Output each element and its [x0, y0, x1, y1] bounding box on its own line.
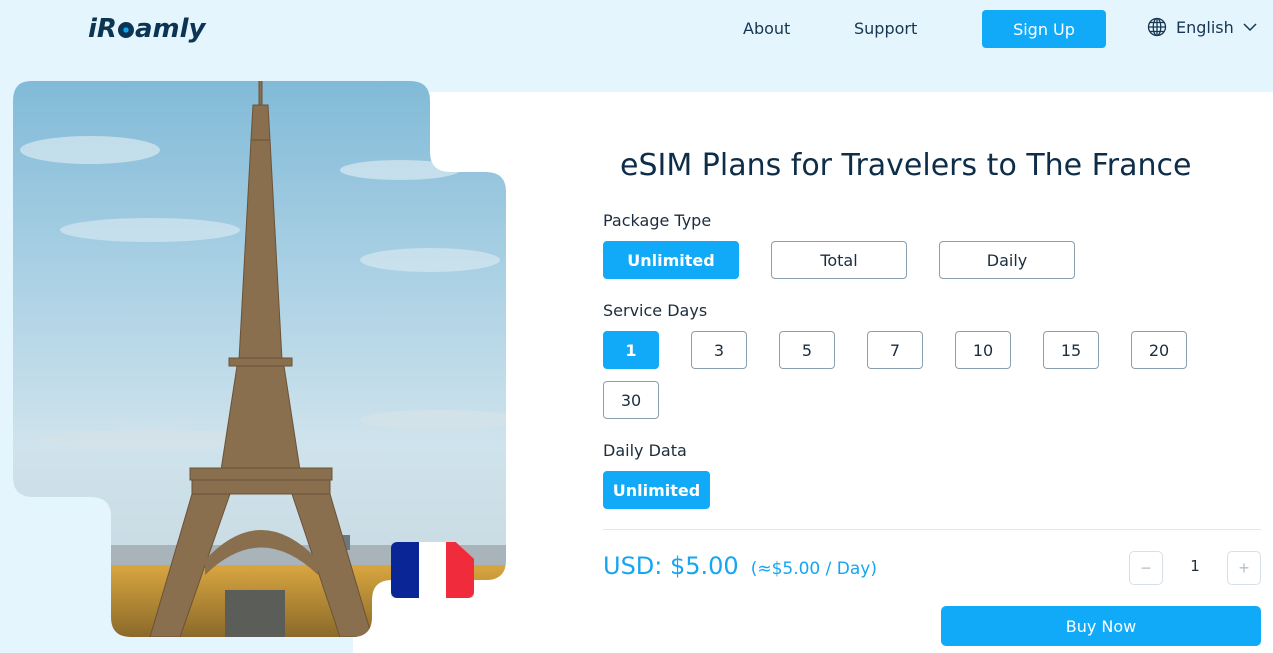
- service-days-option[interactable]: 5: [779, 331, 835, 369]
- france-flag-icon: [391, 542, 474, 598]
- chevron-down-icon: [1243, 23, 1257, 32]
- quantity-increment-button[interactable]: +: [1227, 551, 1261, 585]
- service-days-option[interactable]: 10: [955, 331, 1011, 369]
- service-days-option[interactable]: 3: [691, 331, 747, 369]
- service-days-label: Service Days: [603, 301, 708, 320]
- package-type-option-total[interactable]: Total: [771, 241, 907, 279]
- sign-up-button[interactable]: Sign Up: [982, 10, 1106, 48]
- package-type-option-daily[interactable]: Daily: [939, 241, 1075, 279]
- price-per-day: (≈$5.00 / Day): [750, 559, 877, 579]
- buy-now-button[interactable]: Buy Now: [941, 606, 1261, 646]
- divider: [603, 529, 1261, 530]
- language-label: English: [1176, 17, 1234, 37]
- hero-image: [13, 81, 506, 637]
- nav-support[interactable]: Support: [854, 19, 917, 38]
- service-days-option[interactable]: 15: [1043, 331, 1099, 369]
- price: USD: $5.00 (≈$5.00 / Day): [603, 552, 877, 580]
- daily-data-option-unlimited[interactable]: Unlimited: [603, 471, 710, 509]
- service-days-option[interactable]: 7: [867, 331, 923, 369]
- package-type-label: Package Type: [603, 211, 712, 230]
- package-type-option-unlimited[interactable]: Unlimited: [603, 241, 739, 279]
- price-total: USD: $5.00: [603, 552, 739, 580]
- quantity-decrement-button[interactable]: −: [1129, 551, 1163, 585]
- language-selector[interactable]: English: [1147, 17, 1257, 37]
- quantity-value[interactable]: 1: [1183, 557, 1207, 575]
- nav-about[interactable]: About: [743, 19, 790, 38]
- daily-data-label: Daily Data: [603, 441, 687, 460]
- service-days-option[interactable]: 20: [1131, 331, 1187, 369]
- service-days-option[interactable]: 30: [603, 381, 659, 419]
- page-title: eSIM Plans for Travelers to The France: [620, 148, 1192, 183]
- globe-icon: [1147, 17, 1167, 37]
- service-days-option[interactable]: 1: [603, 331, 659, 369]
